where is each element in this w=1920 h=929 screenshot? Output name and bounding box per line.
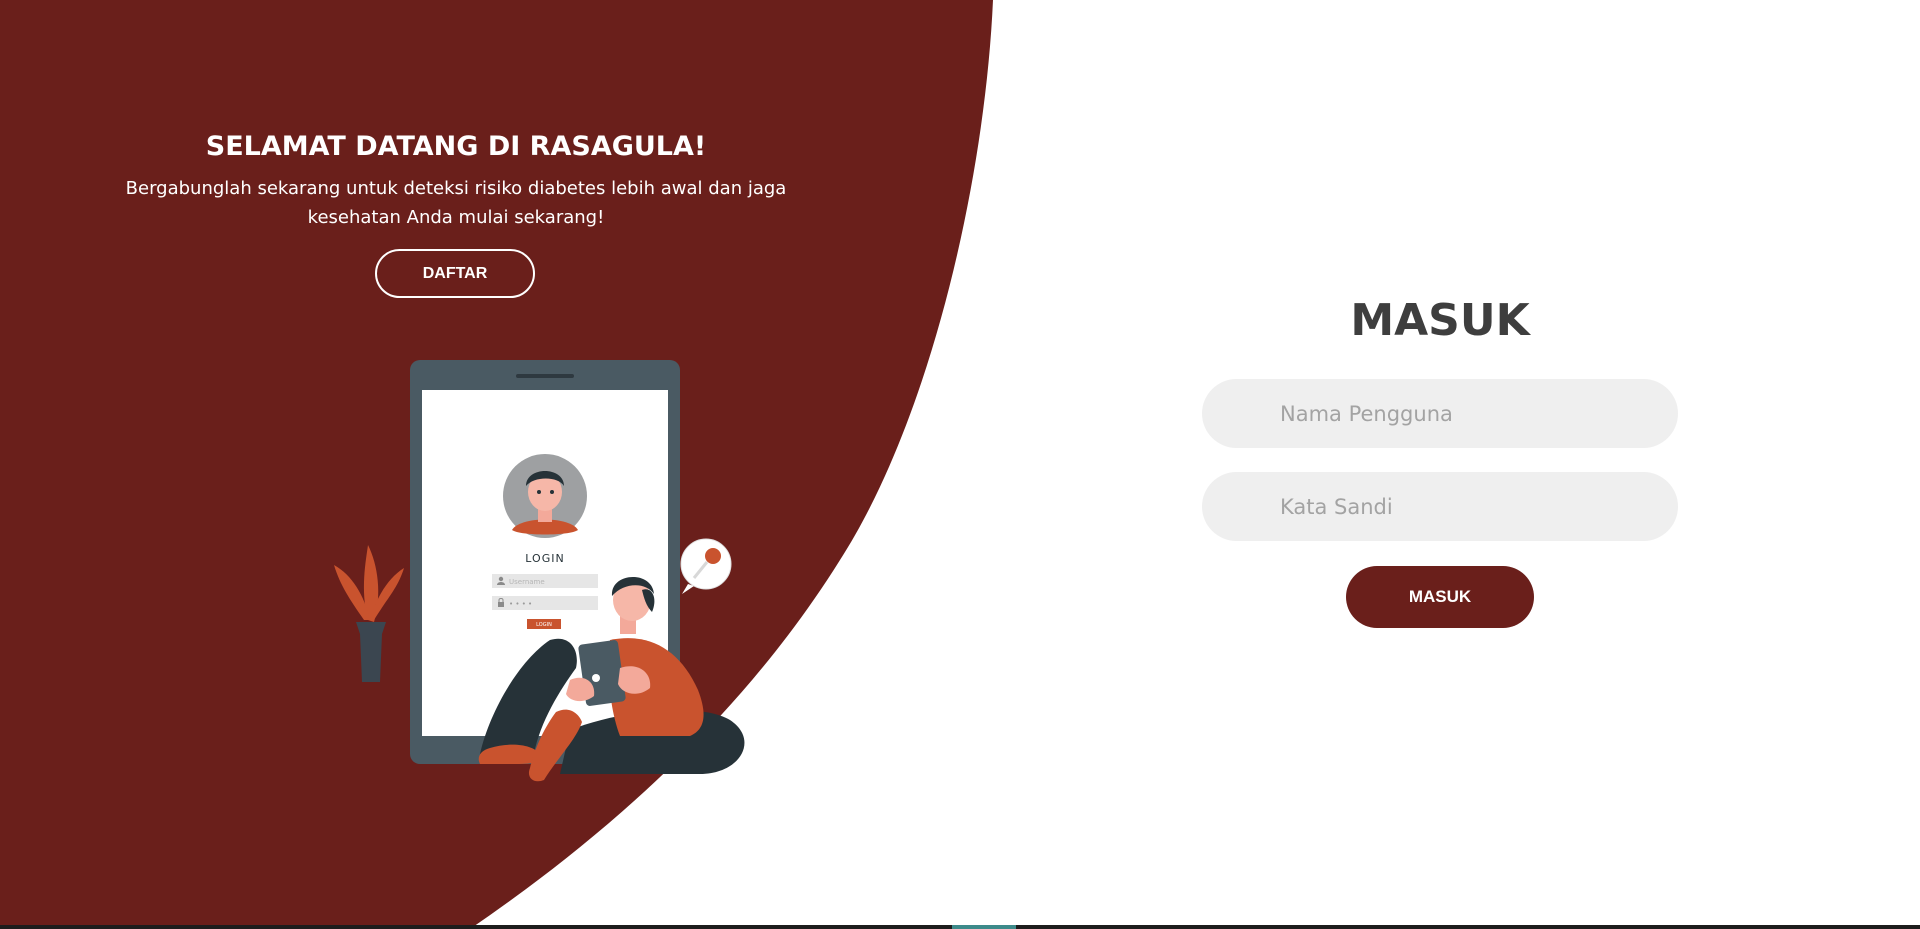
username-field-wrapper xyxy=(1202,379,1678,448)
key-icon xyxy=(680,538,732,594)
login-submit-button[interactable]: MASUK xyxy=(1346,566,1534,628)
welcome-title: SELAMAT DATANG DI RASAGULA! xyxy=(205,131,707,162)
illustration-username-placeholder: Username xyxy=(509,578,545,586)
username-input[interactable] xyxy=(1202,379,1678,448)
register-button[interactable]: DAFTAR xyxy=(375,249,535,298)
password-field-wrapper xyxy=(1202,472,1678,541)
login-title: MASUK xyxy=(1350,295,1530,346)
illustration-password-field xyxy=(492,596,598,610)
plant-icon xyxy=(334,545,404,682)
illustration-login-title: LOGIN xyxy=(525,552,564,565)
taskbar-accent xyxy=(952,925,1016,929)
avatar-icon xyxy=(503,454,587,538)
password-input[interactable] xyxy=(1202,472,1678,541)
illustration-username-field xyxy=(492,574,598,588)
login-illustration: LOGIN Username • • • • LOGIN xyxy=(334,360,745,782)
welcome-subtitle: Bergabunglah sekarang untuk deteksi risi… xyxy=(125,178,787,228)
login-page: SELAMAT DATANG DI RASAGULA! Bergabunglah… xyxy=(0,0,1920,929)
illustration-password-mask: • • • • xyxy=(509,600,532,608)
bottom-taskbar-strip xyxy=(0,925,1920,929)
illustration-login-button-label: LOGIN xyxy=(536,622,552,628)
welcome-panel: SELAMAT DATANG DI RASAGULA! Bergabunglah… xyxy=(0,126,912,232)
